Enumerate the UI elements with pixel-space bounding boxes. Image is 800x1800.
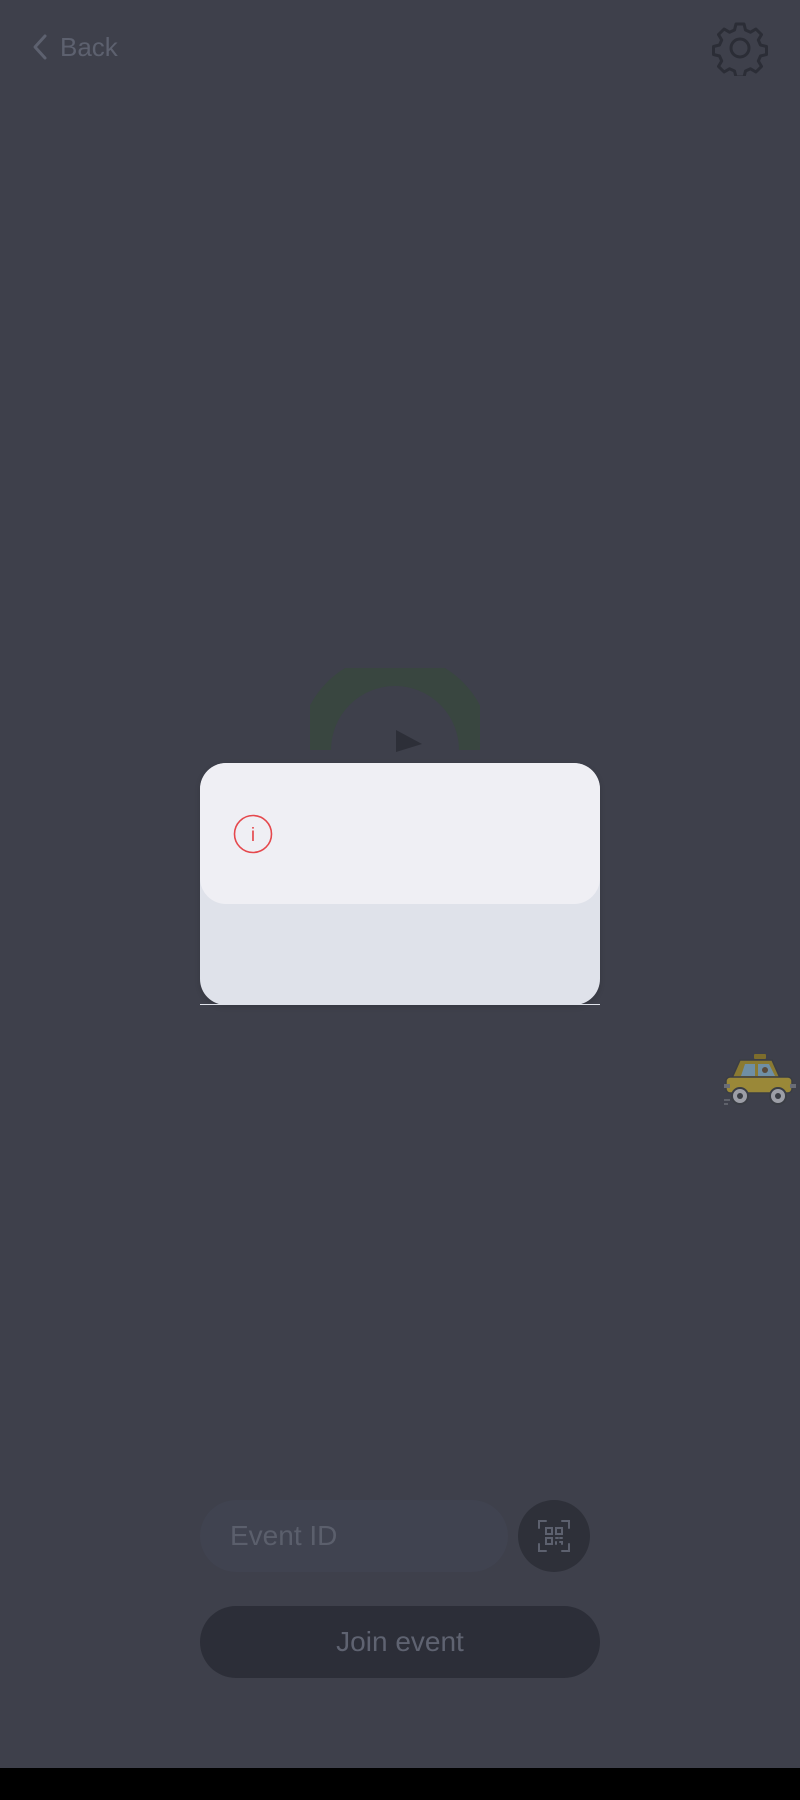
app-logo <box>299 654 491 768</box>
qr-scan-icon <box>538 1520 570 1552</box>
system-nav-bar <box>0 1768 800 1800</box>
event-id-input[interactable] <box>200 1500 508 1572</box>
taxi-icon <box>724 1052 796 1112</box>
settings-button[interactable] <box>712 20 768 79</box>
screen: Back i Event ID Join event <box>0 0 800 1768</box>
gear-icon <box>712 22 768 79</box>
info-icon: i <box>233 814 273 854</box>
chevron-left-icon <box>30 32 50 62</box>
join-event-button[interactable]: Join event <box>200 1606 600 1678</box>
back-label: Back <box>60 31 118 62</box>
back-button[interactable]: Back <box>30 24 118 70</box>
alert-dialog: i <box>200 763 600 1005</box>
dialog-header: i <box>200 763 600 904</box>
qr-scan-button[interactable] <box>518 1500 590 1572</box>
info-icon-glyph: i <box>251 825 255 846</box>
dialog-underline <box>200 1004 600 1005</box>
